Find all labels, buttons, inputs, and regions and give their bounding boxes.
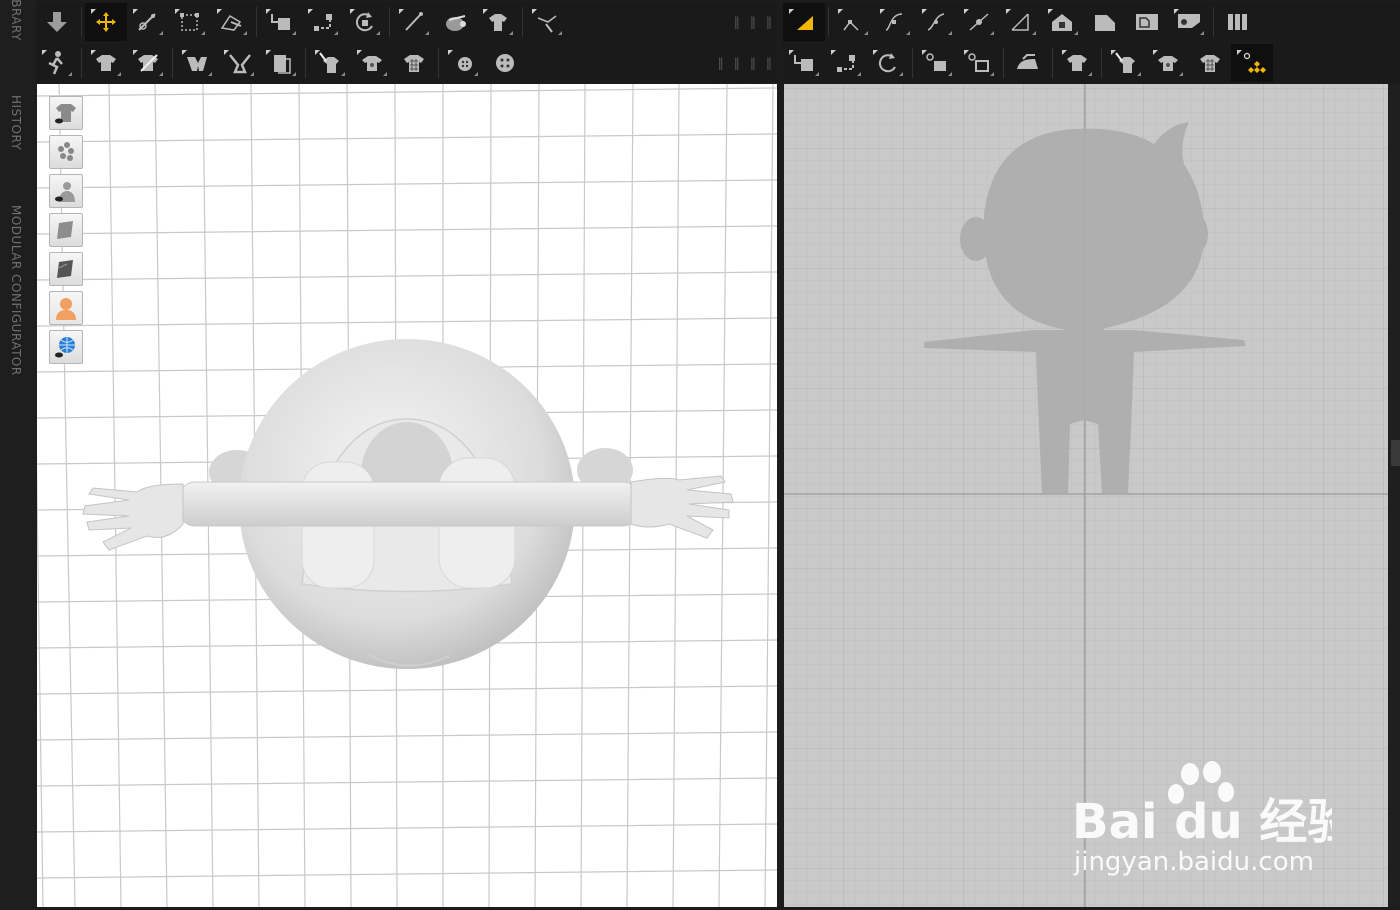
tab-modular-configurator[interactable]: MODULAR CONFIGURATOR [9, 205, 23, 376]
show-points-icon[interactable] [1231, 44, 1273, 82]
shirt-check-2d-icon[interactable] [1189, 44, 1231, 82]
rotate-pin-icon[interactable] [344, 3, 386, 41]
iron-icon[interactable] [1007, 44, 1049, 82]
edit-point-icon[interactable] [832, 3, 874, 41]
toolbar-overflow[interactable]: || [718, 56, 724, 70]
side-tab-strip: LIBRARY HISTORY MODULAR CONFIGURATOR [0, 0, 36, 910]
polygon-select-icon[interactable] [526, 3, 568, 41]
toolbar-2d-row1 [783, 2, 1400, 42]
show-garment-icon[interactable] [49, 96, 83, 130]
toolbar-3d-row2: || || || || [36, 43, 776, 83]
toolbar-overflow[interactable]: || [750, 56, 756, 70]
toolbar-overflow[interactable]: || [766, 15, 772, 29]
line-tool-icon[interactable] [393, 3, 435, 41]
transform-move-icon[interactable] [85, 3, 127, 41]
button-icon[interactable] [484, 44, 526, 82]
solid-texture-icon[interactable] [49, 213, 83, 247]
toolbar-overflow[interactable]: || [750, 15, 756, 29]
tack-2d-icon[interactable] [958, 44, 1000, 82]
edit-curvature-icon[interactable] [211, 3, 253, 41]
tab-library[interactable]: LIBRARY [9, 0, 23, 41]
show-particles-icon[interactable] [49, 135, 83, 169]
bezier-curve-icon[interactable] [916, 3, 958, 41]
reshape-icon[interactable] [916, 44, 958, 82]
avatar-pose-icon[interactable] [36, 44, 78, 82]
shirt-brush-icon[interactable] [309, 44, 351, 82]
line-segment-icon[interactable] [1000, 3, 1042, 41]
avatar-silhouette-2d [924, 122, 1246, 494]
download-arrow-icon[interactable] [36, 3, 78, 41]
select-pattern-icon[interactable] [783, 3, 825, 41]
viewport-display-tools [49, 96, 85, 369]
edit-pattern-icon[interactable] [127, 3, 169, 41]
tack-icon[interactable] [435, 3, 477, 41]
shirt-texture-2d-icon[interactable] [1147, 44, 1189, 82]
shirt-pin-icon[interactable] [127, 44, 169, 82]
environment-globe-icon[interactable] [49, 330, 83, 364]
toolbar-overflow[interactable]: || [734, 15, 740, 29]
viewport-2d-pattern[interactable] [784, 84, 1388, 907]
rectangle-icon[interactable] [1084, 3, 1126, 41]
show-avatar-icon[interactable] [49, 174, 83, 208]
tab-history[interactable]: HISTORY [9, 95, 23, 150]
viewport-3d[interactable] [37, 84, 777, 907]
texture-dark-icon[interactable] [49, 252, 83, 286]
internal-polygon-icon[interactable] [1042, 3, 1084, 41]
toolbar-overflow[interactable]: || [766, 56, 772, 70]
fold-arrangement-icon[interactable] [260, 3, 302, 41]
shirt-2d-icon[interactable] [1056, 44, 1098, 82]
cut-tool-icon[interactable] [218, 44, 260, 82]
toolbar-2d-row2 [783, 43, 1400, 83]
avatar-skin-icon[interactable] [49, 291, 83, 325]
2d-window-side-scrollbar[interactable] [1389, 84, 1400, 907]
strengthen-icon[interactable] [260, 44, 302, 82]
panel-collapse-handle[interactable] [1391, 440, 1400, 466]
shirt-texture-icon[interactable] [351, 44, 393, 82]
avatar-3d-top-view[interactable] [37, 84, 777, 907]
curve-point-icon[interactable] [874, 3, 916, 41]
trace-icon[interactable] [1126, 3, 1168, 41]
shirt-arrange-icon[interactable] [85, 44, 127, 82]
seam-lines-icon[interactable] [1217, 3, 1259, 41]
rotate-2d-icon[interactable] [867, 44, 909, 82]
fold-icon[interactable] [176, 44, 218, 82]
pin-2d-icon[interactable] [783, 44, 825, 82]
shirt-brush-2d-icon[interactable] [1105, 44, 1147, 82]
fill-icon[interactable] [1168, 3, 1210, 41]
pin-drag-2d-icon[interactable] [825, 44, 867, 82]
garment-hanger-icon[interactable] [477, 3, 519, 41]
bounding-box-icon[interactable] [169, 3, 211, 41]
add-point-icon[interactable] [958, 3, 1000, 41]
toolbar-overflow[interactable]: || [734, 56, 740, 70]
pin-drag-icon[interactable] [302, 3, 344, 41]
shirt-check-icon[interactable] [393, 44, 435, 82]
toolbar-3d-row1: || || || [36, 2, 776, 42]
button-place-icon[interactable] [442, 44, 484, 82]
